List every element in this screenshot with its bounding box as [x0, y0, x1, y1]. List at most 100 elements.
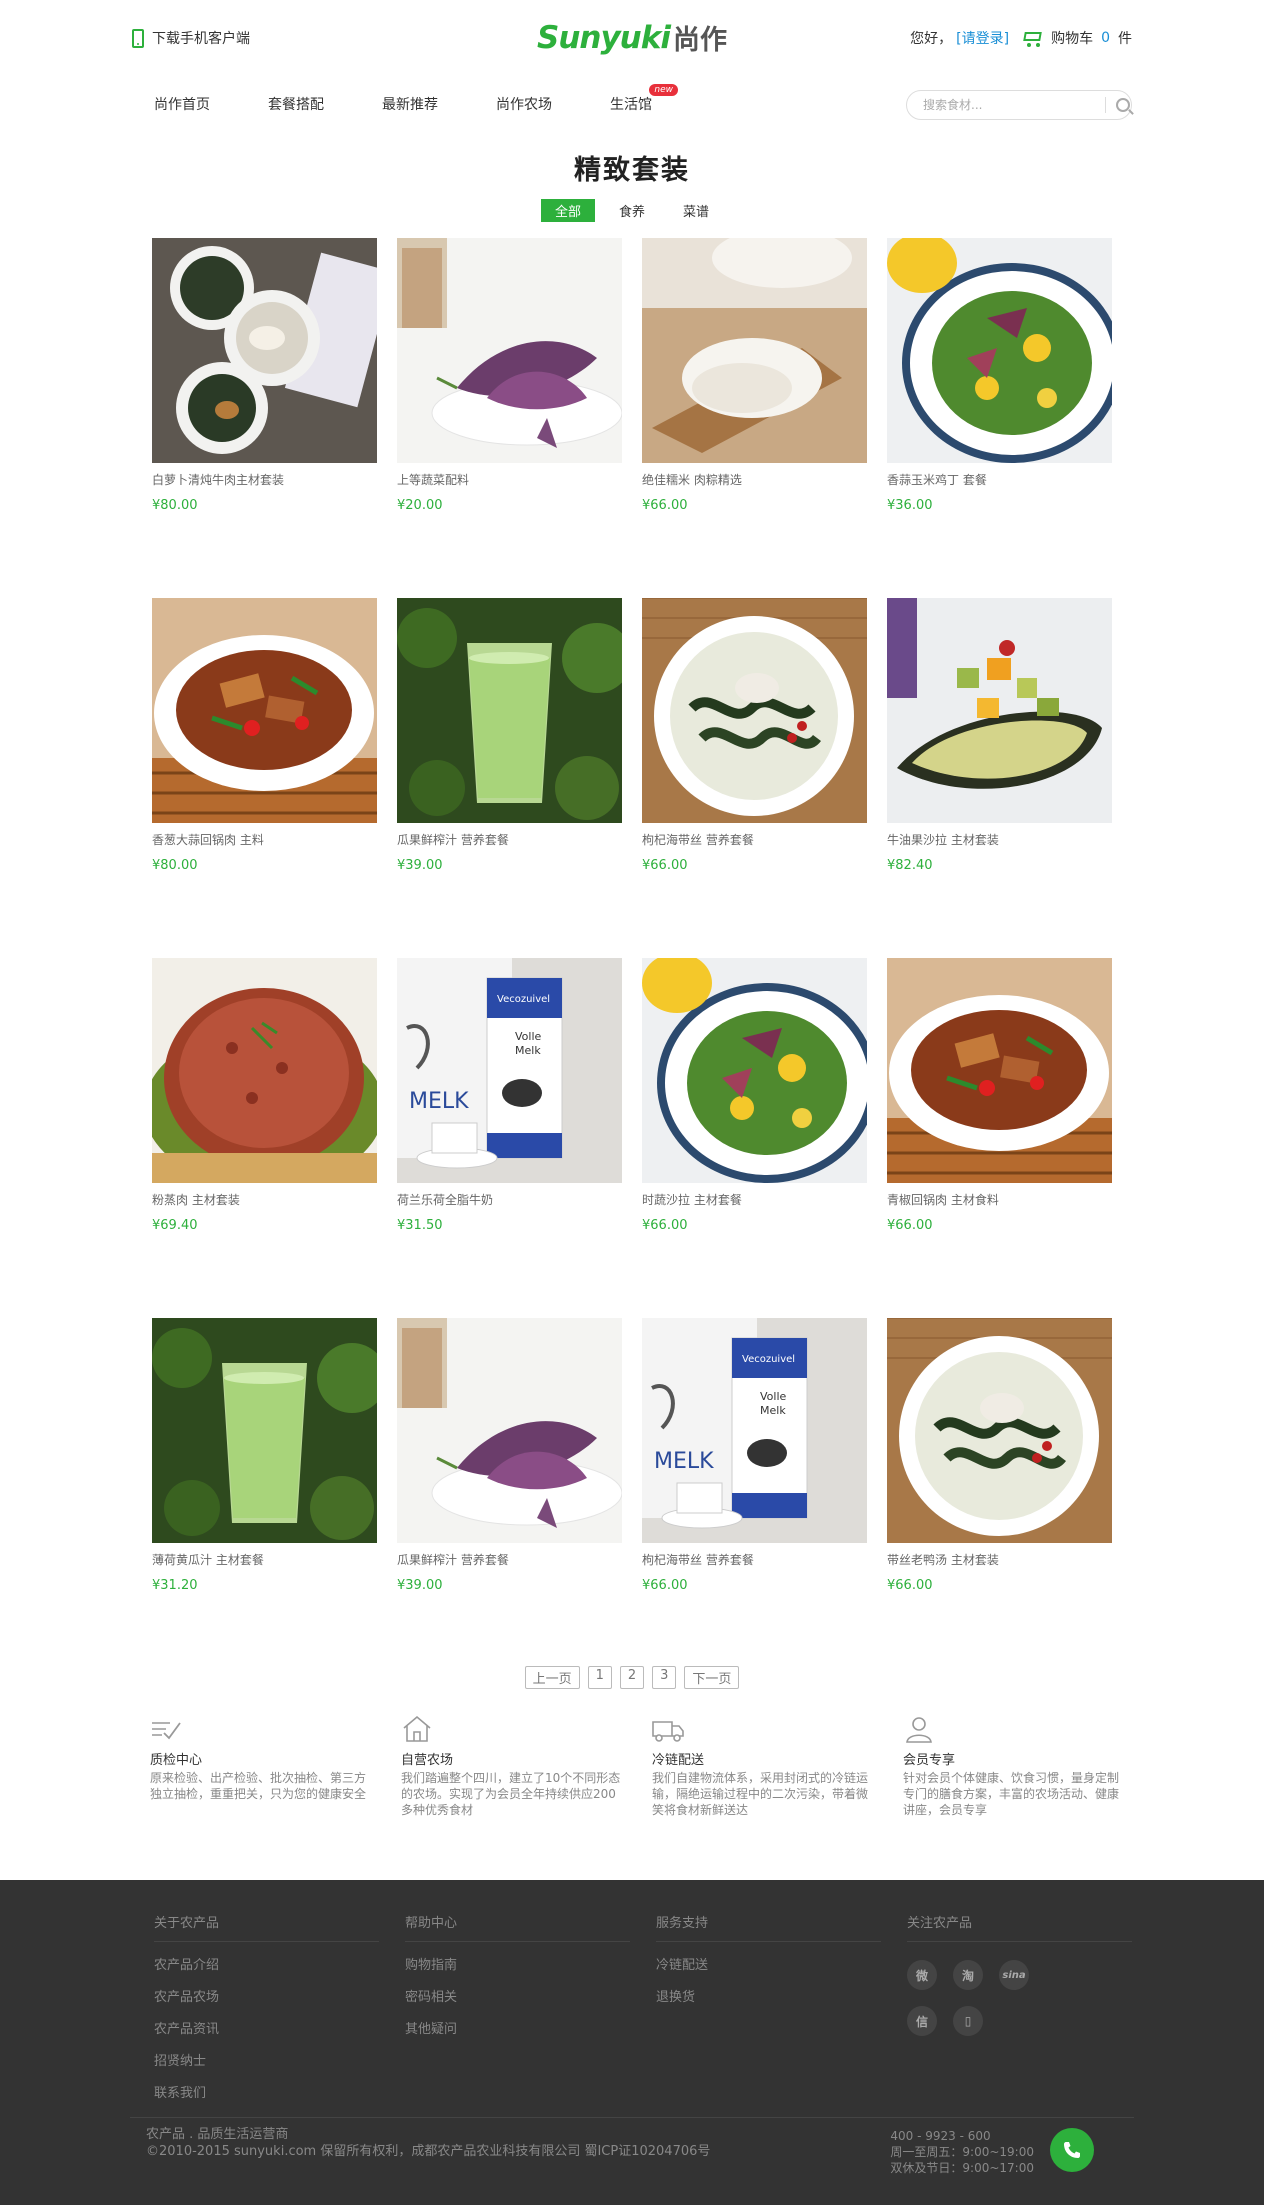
product-name[interactable]: 香蒜玉米鸡丁 套餐 — [887, 471, 1112, 488]
footer-link[interactable]: 招贤纳士 — [154, 2046, 379, 2078]
feature-title: 冷链配送 — [652, 1753, 705, 1768]
footer-link[interactable]: 其他疑问 — [405, 2014, 630, 2046]
feature-strip: 质检中心 原来检验、出产检验、批次抽检、第三方独立抽检，重重把关，只为您的健康安… — [132, 1715, 1132, 1857]
search-divider — [1105, 97, 1106, 113]
product-card[interactable]: 香葱大蒜回锅肉 主料 ¥80.00 — [152, 598, 377, 958]
product-card[interactable]: 绝佳糯米 肉粽精选 ¥66.00 — [642, 238, 867, 598]
product-card[interactable]: 上等蔬菜配料 ¥20.00 — [397, 238, 622, 598]
nav-item-farm[interactable]: 尚作农场 — [496, 94, 552, 114]
product-card[interactable]: 薄荷黄瓜汁 主材套餐 ¥31.20 — [152, 1318, 377, 1678]
product-image[interactable]: MELK Vecozuivel VolleMelk — [642, 1318, 867, 1543]
product-price: ¥66.00 — [887, 1218, 933, 1233]
sina-icon[interactable]: sina — [999, 1960, 1029, 1990]
nav-item-home[interactable]: 尚作首页 — [154, 94, 210, 114]
product-card[interactable]: 瓜果鲜榨汁 营养套餐 ¥39.00 — [397, 598, 622, 958]
new-badge: new — [649, 84, 678, 96]
page-1-button[interactable]: 1 — [587, 1666, 612, 1689]
product-name[interactable]: 绝佳糯米 肉粽精选 — [642, 471, 867, 488]
product-image[interactable] — [397, 1318, 622, 1543]
shopping-cart-icon[interactable] — [1021, 29, 1043, 47]
product-name[interactable]: 荷兰乐荷全脂牛奶 — [397, 1191, 622, 1208]
app-download-link[interactable]: 下载手机客户端 — [132, 28, 250, 48]
nav-item-lifestyle[interactable]: 生活馆 new — [610, 84, 678, 114]
nav-item-recommend[interactable]: 最新推荐 — [382, 94, 438, 114]
product-name[interactable]: 青椒回锅肉 主材食料 — [887, 1191, 1112, 1208]
product-price: ¥20.00 — [397, 498, 443, 513]
footer-link[interactable]: 密码相关 — [405, 1982, 630, 2014]
prev-page-button[interactable]: 上一页 — [524, 1666, 580, 1689]
page-3-button[interactable]: 3 — [652, 1666, 677, 1689]
product-card[interactable]: 带丝老鸭汤 主材套装 ¥66.00 — [887, 1318, 1112, 1678]
product-name[interactable]: 瓜果鲜榨汁 营养套餐 — [397, 1551, 622, 1568]
feature-desc: 我们踏遍整个四川，建立了10个不同形态的农场。实现了为会员全年持续供应200多种… — [401, 1771, 621, 1817]
site-footer: 关于农产品 农产品介绍 农产品农场 农产品资讯 招贤纳士 联系我们 帮助中心 购… — [0, 1880, 1264, 2205]
feature-title: 会员专享 — [903, 1753, 956, 1768]
feature-quality: 质检中心 原来检验、出产检验、批次抽检、第三方独立抽检，重重把关，只为您的健康安… — [150, 1715, 375, 1857]
nav-item-meal-sets[interactable]: 套餐搭配 — [268, 94, 324, 114]
feature-desc: 针对会员个体健康、饮食习惯，量身定制专门的膳食方案，丰富的农场活动、健康讲座，会… — [903, 1771, 1120, 1817]
product-image[interactable] — [887, 958, 1112, 1183]
product-card[interactable]: 枸杞海带丝 营养套餐 ¥66.00 — [642, 598, 867, 958]
footer-link[interactable]: 购物指南 — [405, 1950, 630, 1982]
product-image[interactable] — [152, 598, 377, 823]
product-image[interactable] — [397, 238, 622, 463]
product-image[interactable] — [152, 1318, 377, 1543]
product-name[interactable]: 薄荷黄瓜汁 主材套餐 — [152, 1551, 377, 1568]
next-page-button[interactable]: 下一页 — [684, 1666, 740, 1689]
filter-diet[interactable]: 食养 — [605, 199, 659, 222]
product-image[interactable] — [887, 598, 1112, 823]
product-name[interactable]: 上等蔬菜配料 — [397, 471, 622, 488]
cart-label[interactable]: 购物车 — [1051, 28, 1093, 48]
search-icon[interactable] — [1116, 98, 1130, 112]
footer-link[interactable]: 退换货 — [656, 1982, 881, 2014]
product-card[interactable]: 青椒回锅肉 主材食料 ¥66.00 — [887, 958, 1112, 1318]
product-image[interactable] — [642, 598, 867, 823]
product-image[interactable] — [152, 958, 377, 1183]
product-image[interactable] — [152, 238, 377, 463]
product-card[interactable]: 香蒜玉米鸡丁 套餐 ¥36.00 — [887, 238, 1112, 598]
product-image[interactable] — [642, 238, 867, 463]
site-logo[interactable]: Sunyuki 尚作 — [537, 18, 727, 57]
product-name[interactable]: 白萝卜清炖牛肉主材套装 — [152, 471, 377, 488]
social-icons: 微 淘 sina 信 ▯ — [907, 1960, 1132, 2036]
product-card[interactable]: MELK Vecozuivel Volle Melk 荷兰乐荷全脂牛奶 ¥31.50 — [397, 958, 622, 1318]
call-button[interactable] — [1050, 2128, 1094, 2172]
mobile-icon[interactable]: ▯ — [953, 2006, 983, 2036]
login-link[interactable]: [请登录] — [956, 28, 1009, 48]
product-name[interactable]: 枸杞海带丝 营养套餐 — [642, 1551, 867, 1568]
weibo-icon[interactable]: 微 — [907, 1960, 937, 1990]
footer-link[interactable]: 农产品介绍 — [154, 1950, 379, 1982]
product-image[interactable] — [887, 1318, 1112, 1543]
product-image[interactable]: MELK Vecozuivel VolleMelk — [397, 958, 622, 1183]
wechat-icon[interactable]: 信 — [907, 2006, 937, 2036]
filter-recipes[interactable]: 菜谱 — [669, 199, 723, 222]
product-card[interactable]: 瓜果鲜榨汁 营养套餐 ¥39.00 — [397, 1318, 622, 1678]
product-name[interactable]: 牛油果沙拉 主材套装 — [887, 831, 1112, 848]
product-image[interactable] — [887, 238, 1112, 463]
page-2-button[interactable]: 2 — [619, 1666, 645, 1689]
product-card[interactable]: 白萝卜清炖牛肉主材套装 ¥80.00 — [152, 238, 377, 598]
product-card[interactable]: 牛油果沙拉 主材套装 ¥82.40 — [887, 598, 1112, 958]
footer-link[interactable]: 联系我们 — [154, 2078, 379, 2110]
search-input[interactable] — [923, 92, 1103, 118]
top-bar: 下载手机客户端 Sunyuki 尚作 您好， [请登录] 购物车 0 件 — [132, 0, 1132, 82]
footer-link[interactable]: 冷链配送 — [656, 1950, 881, 1982]
product-name[interactable]: 带丝老鸭汤 主材套装 — [887, 1551, 1112, 1568]
footer-link[interactable]: 农产品资讯 — [154, 2014, 379, 2046]
quality-check-icon — [152, 1722, 181, 1740]
product-name[interactable]: 枸杞海带丝 营养套餐 — [642, 831, 867, 848]
product-name[interactable]: 瓜果鲜榨汁 营养套餐 — [397, 831, 622, 848]
product-name[interactable]: 香葱大蒜回锅肉 主料 — [152, 831, 377, 848]
footer-link[interactable]: 农产品农场 — [154, 1982, 379, 2014]
filter-all[interactable]: 全部 — [540, 199, 595, 222]
taobao-icon[interactable]: 淘 — [953, 1960, 983, 1990]
product-image[interactable] — [642, 958, 867, 1183]
product-name[interactable]: 时蔬沙拉 主材套餐 — [642, 1191, 867, 1208]
product-card[interactable]: 时蔬沙拉 主材套餐 ¥66.00 — [642, 958, 867, 1318]
product-card[interactable]: 粉蒸肉 主材套装 ¥69.40 — [152, 958, 377, 1318]
svg-text:MELK: MELK — [654, 1449, 714, 1474]
product-image[interactable] — [397, 598, 622, 823]
footer-col-title: 服务支持 — [656, 1912, 881, 1942]
product-card[interactable]: MELK Vecozuivel Volle Melk 枸杞海带丝 营养套餐 ¥66.00 — [642, 1318, 867, 1678]
product-name[interactable]: 粉蒸肉 主材套装 — [152, 1191, 377, 1208]
